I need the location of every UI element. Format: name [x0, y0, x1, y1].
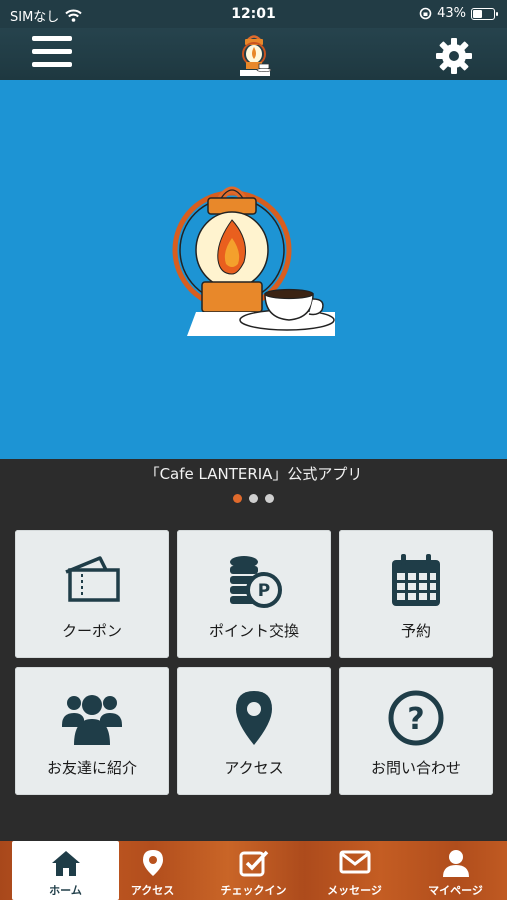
tab-checkin[interactable]: チェックイン	[203, 841, 304, 900]
hamburger-menu-icon[interactable]	[32, 36, 74, 72]
ticket-icon	[65, 556, 120, 602]
coupon-button[interactable]: クーポン	[15, 530, 169, 658]
reservation-button[interactable]: 予約	[339, 530, 493, 658]
access-button[interactable]: アクセス	[177, 667, 331, 795]
status-right: 43%	[419, 6, 498, 21]
tab-access[interactable]: アクセス	[102, 841, 203, 900]
tab-message[interactable]: メッセージ	[304, 841, 405, 900]
point-exchange-label: ポイント交換	[208, 622, 299, 640]
point-exchange-button[interactable]: P ポイント交換	[177, 530, 331, 658]
status-bar: SIMなし 12:01 43%	[0, 0, 507, 28]
svg-text:?: ?	[407, 702, 424, 737]
checkbox-icon	[239, 850, 268, 877]
hero-banner[interactable]	[0, 80, 507, 459]
lantern-coffee-illustration	[172, 186, 335, 336]
tab-bar: ホーム アクセス チェックイン メッセージ マイページ	[0, 841, 507, 900]
coupon-label: クーポン	[61, 622, 122, 640]
reservation-label: 予約	[400, 622, 431, 640]
refer-friend-label: お友達に紹介	[46, 759, 137, 777]
battery-percent: 43%	[437, 6, 466, 21]
map-pin-icon	[142, 850, 163, 876]
tab-access-label: アクセス	[130, 884, 175, 897]
orientation-lock-icon	[419, 7, 432, 20]
tab-mypage[interactable]: マイページ	[405, 841, 506, 900]
carousel-caption: 「Cafe LANTERIA」公式アプリ	[144, 465, 363, 483]
pager-dot[interactable]	[233, 494, 242, 503]
group-icon	[62, 695, 122, 745]
tab-message-label: メッセージ	[327, 884, 382, 897]
tab-mypage-label: マイページ	[428, 884, 483, 897]
carousel-pager[interactable]	[0, 494, 507, 503]
pager-dot[interactable]	[249, 494, 258, 503]
calendar-icon	[392, 554, 440, 606]
gear-icon[interactable]	[434, 36, 474, 76]
contact-button[interactable]: ? お問い合わせ	[339, 667, 493, 795]
person-icon	[442, 850, 469, 877]
envelope-icon	[339, 850, 370, 874]
home-icon	[51, 851, 80, 876]
question-icon: ?	[388, 690, 444, 746]
lantern-logo	[240, 35, 272, 76]
nav-bar	[0, 28, 507, 80]
map-pin-icon	[236, 691, 272, 745]
pager-dot[interactable]	[265, 494, 274, 503]
coins-icon: P	[230, 556, 282, 608]
contact-label: お問い合わせ	[370, 759, 461, 777]
tab-checkin-label: チェックイン	[220, 884, 287, 897]
battery-icon	[471, 7, 498, 20]
access-label: アクセス	[224, 759, 284, 777]
svg-text:P: P	[258, 581, 270, 601]
refer-friend-button[interactable]: お友達に紹介	[15, 667, 169, 795]
